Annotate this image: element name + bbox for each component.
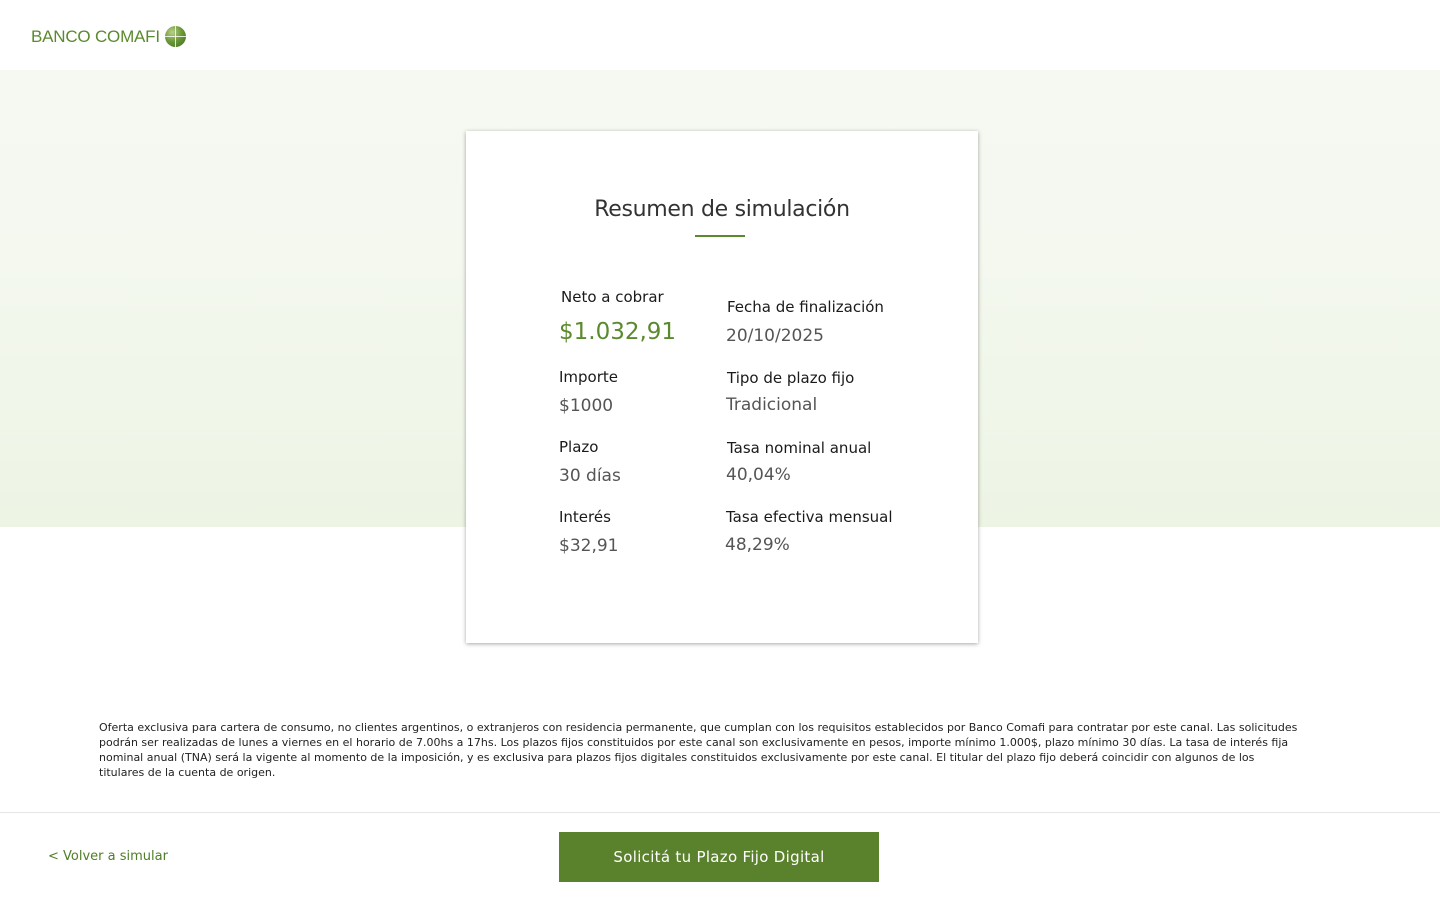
bank-logo[interactable]: BANCO COMAFI [31,26,186,47]
back-to-simulate-link[interactable]: < Volver a simular [48,849,168,864]
neto-label: Neto a cobrar [561,288,664,306]
plazo-value: 30 días [559,466,621,486]
interes-value: $32,91 [559,536,619,556]
fecha-label: Fecha de finalización [727,298,884,316]
header: BANCO COMAFI [0,0,1440,70]
tna-label: Tasa nominal anual [727,439,872,457]
request-plazo-fijo-button[interactable]: Solicitá tu Plazo Fijo Digital [559,832,879,882]
plazo-label: Plazo [559,438,599,456]
bank-logo-text: BANCO COMAFI [31,26,160,46]
summary-title: Resumen de simulación [594,197,850,222]
tipo-value: Tradicional [726,395,818,415]
importe-value: $1000 [559,396,614,416]
tem-value: 48,29% [725,535,790,555]
legal-disclaimer: Oferta exclusiva para cartera de consumo… [99,721,1298,779]
interes-label: Interés [559,508,611,526]
neto-value: $1.032,91 [559,319,677,345]
simulation-summary-card: Resumen de simulación Neto a cobrar $1.0… [466,131,978,643]
fecha-value: 20/10/2025 [726,326,824,346]
tem-label: Tasa efectiva mensual [726,508,893,526]
globe-icon [164,26,186,47]
importe-label: Importe [559,368,619,386]
footer-divider [0,812,1440,813]
tna-value: 40,04% [726,465,791,485]
tipo-label: Tipo de plazo fijo [727,369,855,387]
title-underline [695,235,745,237]
